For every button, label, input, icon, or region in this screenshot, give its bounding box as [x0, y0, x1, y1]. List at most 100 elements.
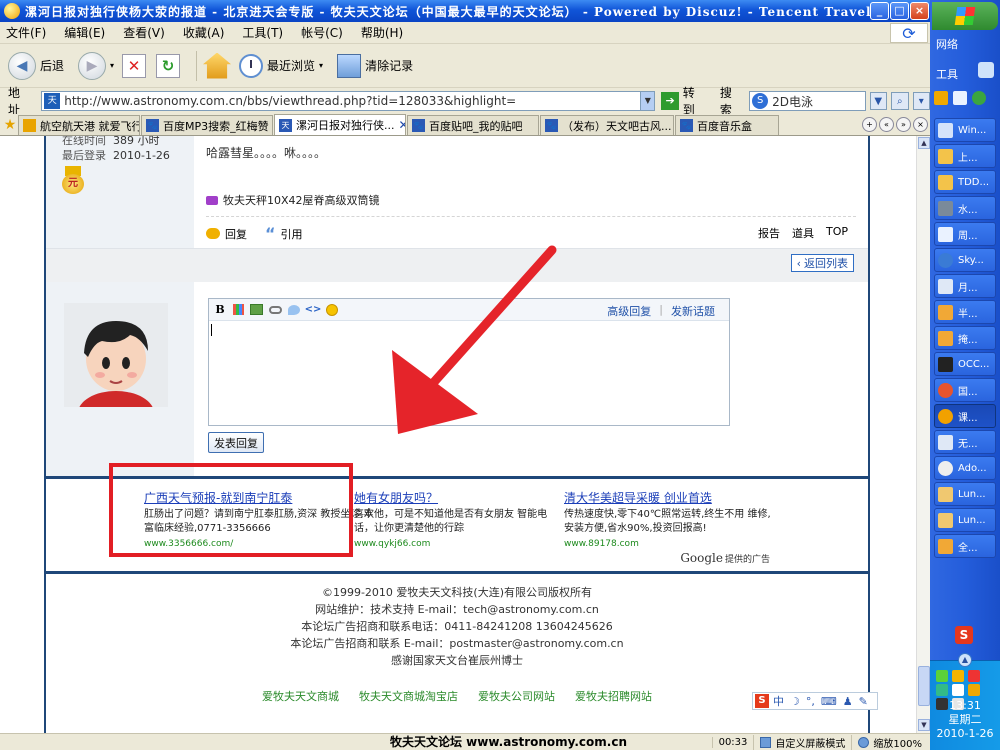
- ad-url[interactable]: www.qykj66.com: [354, 539, 566, 549]
- url-dropdown-icon[interactable]: ▼: [640, 92, 655, 110]
- sogou-ime-icon[interactable]: S: [955, 626, 973, 644]
- zoom-control[interactable]: 缩放100%: [851, 734, 928, 750]
- home-icon[interactable]: [203, 52, 232, 79]
- history-clock-icon[interactable]: [239, 53, 264, 78]
- quote-link[interactable]: 引用: [281, 226, 303, 242]
- clear-history-button[interactable]: 清除记录: [365, 57, 413, 74]
- taskbar-item[interactable]: 掩...: [934, 326, 996, 350]
- back-arrow-icon[interactable]: ◀: [8, 51, 36, 80]
- close-button[interactable]: ×: [910, 2, 929, 20]
- taskbar-item[interactable]: Sky...: [934, 248, 996, 272]
- ime-keyboard-icon[interactable]: ⌨: [821, 695, 837, 708]
- back-to-list-button[interactable]: ‹ 返回列表: [790, 254, 854, 272]
- taskbar-item[interactable]: 月...: [934, 274, 996, 298]
- quick-launch-user-icon[interactable]: [953, 91, 967, 105]
- ad-title[interactable]: 她有女朋友吗？: [354, 489, 566, 506]
- window-title-bar[interactable]: 漯河日报对独行侠杨大荥的报道 - 北京进天会专版 - 牧夫天文论坛（中国最大最早…: [0, 0, 930, 22]
- minimize-button[interactable]: _: [870, 2, 889, 20]
- tab-2[interactable]: 天 漯河日报对独行侠... ✕: [274, 114, 406, 135]
- ad-url[interactable]: www.3356666.com/: [144, 539, 376, 549]
- reply-icon[interactable]: [206, 228, 220, 239]
- ad-item[interactable]: 她有女朋友吗？ 喜欢他，可是不知道他是否有女朋友 智能电话，让你更清楚他的行踪 …: [354, 489, 566, 549]
- ime-toolbar[interactable]: S 中 ☽ °, ⌨ ♟ ✎: [752, 692, 878, 710]
- url-input[interactable]: 天 http://www.astronomy.com.cn/bbs/viewth…: [41, 91, 656, 111]
- clear-history-icon[interactable]: [337, 53, 362, 78]
- advanced-reply-link[interactable]: 高级回复: [607, 303, 651, 319]
- reply-link[interactable]: 回复: [225, 226, 247, 242]
- scroll-thumb[interactable]: [918, 666, 930, 706]
- quote-icon[interactable]: “: [265, 224, 276, 243]
- taskbar-item[interactable]: 无...: [934, 430, 996, 454]
- taskbar-item[interactable]: Win...: [934, 118, 996, 142]
- tray-expand-icon[interactable]: ▲: [958, 653, 972, 667]
- code-icon[interactable]: <>: [305, 303, 322, 317]
- taskbar-item[interactable]: Lun...: [934, 508, 996, 532]
- tools-toolbar-label[interactable]: 工具: [936, 66, 958, 82]
- ime-moon-icon[interactable]: ☽: [790, 695, 800, 708]
- forward-arrow-icon[interactable]: ▶: [78, 51, 107, 80]
- taskbar-item[interactable]: 周...: [934, 222, 996, 246]
- submit-reply-button[interactable]: 发表回复: [208, 432, 264, 453]
- search-icon[interactable]: ⌕: [891, 92, 909, 110]
- ad-title[interactable]: 广西天气预报-就到南宁肛泰: [144, 489, 376, 506]
- tray-clock[interactable]: 13:31 星期二 2010-1-26: [930, 699, 1000, 741]
- tab-4[interactable]: 🐾 （发布）天文吧古风...: [540, 115, 674, 135]
- taskbar-item[interactable]: OCC...: [934, 352, 996, 376]
- ime-tool-icon[interactable]: ✎: [859, 695, 868, 708]
- url-text[interactable]: http://www.astronomy.com.cn/bbs/viewthre…: [64, 94, 640, 108]
- ad-title[interactable]: 清大华美超导采暖 创业首选: [564, 489, 774, 506]
- taskbar-item[interactable]: TDD...: [934, 170, 996, 194]
- taskbar-item[interactable]: 国...: [934, 378, 996, 402]
- start-button[interactable]: [932, 2, 998, 30]
- smiley-icon[interactable]: [326, 303, 338, 316]
- taskbar-item[interactable]: Lun...: [934, 482, 996, 506]
- tray-app-icon[interactable]: [936, 670, 948, 682]
- link-icon[interactable]: [269, 305, 282, 314]
- net-toolbar-label[interactable]: 网络: [936, 36, 958, 52]
- tab-0[interactable]: 航空航天港 就爱飞行...: [18, 115, 140, 135]
- menu-favorites[interactable]: 收藏(A): [183, 24, 225, 41]
- search-query[interactable]: 2D电泳: [772, 93, 864, 110]
- taskbar-item[interactable]: 全...: [934, 534, 996, 558]
- tray-app-icon[interactable]: [968, 670, 980, 682]
- tray-app-icon[interactable]: [952, 684, 964, 696]
- ime-punct-icon[interactable]: °,: [806, 695, 815, 708]
- menu-account[interactable]: 帐号(C): [301, 24, 343, 41]
- tab-scroll-right-icon[interactable]: »: [896, 117, 911, 132]
- quote-bubble-icon[interactable]: [288, 304, 300, 315]
- menu-view[interactable]: 查看(V): [123, 24, 165, 41]
- taskbar-item[interactable]: 上...: [934, 144, 996, 168]
- google-ads-label[interactable]: Google 提供的广告: [680, 551, 770, 565]
- menu-edit[interactable]: 编辑(E): [64, 24, 105, 41]
- footer-link[interactable]: 爱牧夫天文商城: [262, 688, 339, 704]
- quick-launch-media-icon[interactable]: [972, 91, 986, 105]
- stop-icon[interactable]: ✕: [122, 53, 147, 78]
- search-input[interactable]: S 2D电泳: [749, 91, 866, 111]
- menu-help[interactable]: 帮助(H): [361, 24, 403, 41]
- taskbar-item[interactable]: Ado...: [934, 456, 996, 480]
- footer-link[interactable]: 爱牧夫公司网站: [478, 688, 555, 704]
- footer-link[interactable]: 爱牧夫招聘网站: [575, 688, 652, 704]
- tray-app-icon[interactable]: [936, 684, 948, 696]
- new-tab-icon[interactable]: +: [862, 117, 877, 132]
- recent-button[interactable]: 最近浏览: [267, 57, 315, 74]
- back-button[interactable]: 后退: [40, 57, 64, 74]
- tab-close-all-icon[interactable]: ×: [913, 117, 928, 132]
- quick-launch-app-icon[interactable]: [934, 91, 948, 105]
- props-link[interactable]: 道具: [792, 225, 814, 241]
- tab-scroll-left-icon[interactable]: «: [879, 117, 894, 132]
- taskbar-item[interactable]: 水...: [934, 196, 996, 220]
- ad-item[interactable]: 清大华美超导采暖 创业首选 传热速度快,零下40℃照常运转,终生不用 维修,安装…: [564, 489, 774, 549]
- forward-dropdown-icon[interactable]: ▾: [110, 61, 114, 70]
- maximize-button[interactable]: □: [890, 2, 909, 20]
- sogou-ime-icon[interactable]: S: [755, 694, 769, 708]
- top-link[interactable]: TOP: [826, 225, 848, 241]
- color-grid-icon[interactable]: [233, 304, 244, 315]
- ad-item[interactable]: 广西天气预报-就到南宁肛泰 肛肠出了问题？请到南宁肛泰肛肠,资深 教授坐诊,丰富…: [144, 489, 376, 549]
- bold-icon[interactable]: B: [213, 303, 227, 317]
- taskbar-item[interactable]: 课...: [934, 404, 996, 428]
- search-engine-icon[interactable]: S: [752, 93, 769, 109]
- refresh-icon[interactable]: ↻: [156, 53, 181, 78]
- vertical-scrollbar[interactable]: ▲ ▼: [916, 136, 930, 733]
- tools-toolbar-icon[interactable]: [978, 62, 994, 78]
